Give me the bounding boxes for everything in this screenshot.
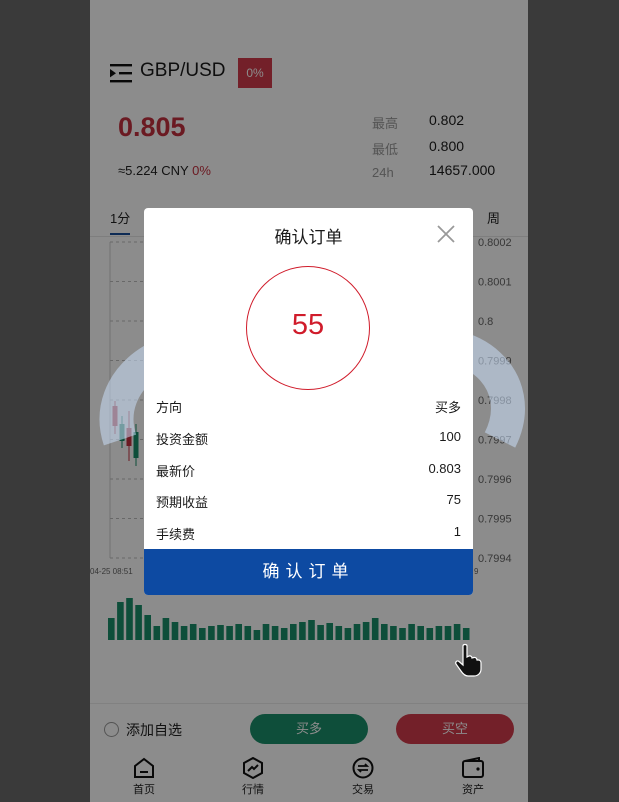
modal-title: 确认订单 bbox=[274, 228, 343, 247]
confirm-order-button[interactable]: 确认订单 bbox=[144, 549, 473, 595]
row-fee: 手续费 1 bbox=[156, 521, 461, 543]
pointer-hand-icon bbox=[455, 643, 482, 677]
row-label: 手续费 bbox=[156, 527, 196, 542]
countdown-value: 55 bbox=[291, 309, 325, 341]
row-label: 预期收益 bbox=[156, 495, 209, 510]
row-amount: 投资金额 100 bbox=[156, 426, 461, 448]
row-value: 0.803 bbox=[428, 461, 461, 476]
row-label: 投资金额 bbox=[156, 432, 209, 447]
countdown-circle: 55 bbox=[246, 266, 370, 390]
row-value: 75 bbox=[446, 492, 461, 507]
row-direction: 方向 买多 bbox=[156, 394, 461, 416]
row-latest-price: 最新价 0.803 bbox=[156, 458, 461, 480]
close-icon[interactable] bbox=[436, 224, 456, 244]
row-label: 方向 bbox=[156, 400, 183, 415]
row-label: 最新价 bbox=[156, 464, 196, 479]
confirm-order-modal: 确认订单 55 方向 买多 投资金额 100 最新价 0.803 预期收益 75… bbox=[144, 208, 473, 595]
row-value: 1 bbox=[453, 524, 461, 539]
row-value: 100 bbox=[439, 429, 461, 444]
row-value: 买多 bbox=[434, 400, 461, 415]
row-expected-profit: 预期收益 75 bbox=[156, 489, 461, 511]
